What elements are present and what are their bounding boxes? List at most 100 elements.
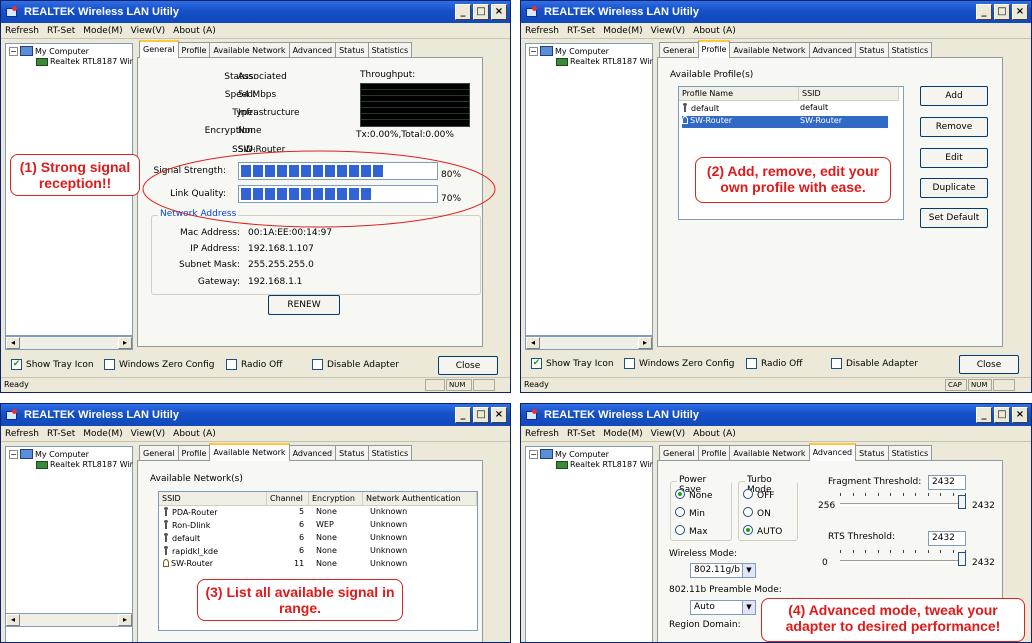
fragment-threshold-slider[interactable]: [840, 493, 966, 509]
tree-my-computer[interactable]: − My Computer: [9, 46, 89, 56]
maximize-button[interactable]: □: [473, 407, 489, 423]
tree-scrollbar[interactable]: ◂ ▸: [525, 336, 653, 350]
tab-status[interactable]: Status: [855, 42, 889, 58]
menu-about[interactable]: About (A): [693, 26, 736, 36]
menu-refresh[interactable]: Refresh: [5, 429, 39, 439]
tab-advanced[interactable]: Advanced: [808, 443, 857, 461]
tab-available-network[interactable]: Available Network: [209, 443, 290, 461]
network-row[interactable]: default 6 None Unknown: [163, 533, 473, 543]
tab-profile[interactable]: Profile: [177, 42, 211, 58]
ps-none-radio[interactable]: None: [675, 489, 712, 501]
collapse-icon[interactable]: −: [9, 449, 18, 459]
dropdown-arrow-icon[interactable]: ▼: [742, 601, 755, 614]
close-window-button[interactable]: ×: [491, 407, 507, 423]
menu-rt-set[interactable]: RT-Set: [567, 429, 595, 439]
set-default-button[interactable]: Set Default: [920, 208, 988, 228]
rts-threshold-slider[interactable]: [840, 550, 966, 566]
tab-statistics[interactable]: Statistics: [887, 445, 933, 461]
turbo-auto-radio[interactable]: AUTO: [743, 525, 782, 537]
tree-my-computer[interactable]: − My Computer: [9, 449, 89, 459]
tree-adapter[interactable]: Realtek RTL8187 Wir: [556, 57, 653, 66]
turbo-off-radio[interactable]: OFF: [743, 489, 774, 501]
tree-adapter[interactable]: Realtek RTL8187 Wir: [36, 57, 133, 66]
menu-rt-set[interactable]: RT-Set: [47, 429, 75, 439]
menu-view[interactable]: View(V): [131, 429, 166, 439]
scroll-left-icon[interactable]: ◂: [6, 337, 20, 349]
show-tray-checkbox[interactable]: ✔ Show Tray Icon: [11, 359, 94, 370]
col-encryption[interactable]: Encryption: [309, 492, 363, 505]
add-button[interactable]: Add: [920, 86, 988, 106]
col-ssid[interactable]: SSID: [799, 87, 899, 100]
ps-max-radio[interactable]: Max: [675, 525, 708, 537]
tab-statistics[interactable]: Statistics: [367, 42, 413, 58]
tab-status[interactable]: Status: [335, 42, 369, 58]
close-window-button[interactable]: ×: [1012, 407, 1028, 423]
tab-statistics[interactable]: Statistics: [367, 445, 413, 461]
rts-threshold-input[interactable]: 2432: [928, 531, 966, 546]
menu-refresh[interactable]: Refresh: [525, 429, 559, 439]
tab-profile[interactable]: Profile: [697, 40, 731, 58]
menu-about[interactable]: About (A): [173, 26, 216, 36]
menu-view[interactable]: View(V): [651, 429, 686, 439]
collapse-icon[interactable]: −: [529, 46, 538, 56]
wzc-checkbox[interactable]: Windows Zero Config: [624, 358, 734, 369]
col-auth[interactable]: Network Authentication: [363, 492, 477, 505]
menu-refresh[interactable]: Refresh: [525, 26, 559, 36]
tree-my-computer[interactable]: − My Computer: [529, 449, 609, 459]
scroll-right-icon[interactable]: ▸: [638, 337, 652, 349]
menu-view[interactable]: View(V): [131, 26, 166, 36]
col-channel[interactable]: Channel: [267, 492, 309, 505]
minimize-button[interactable]: _: [455, 407, 471, 423]
menu-mode[interactable]: Mode(M): [603, 26, 642, 36]
edit-button[interactable]: Edit: [920, 148, 988, 168]
menu-rt-set[interactable]: RT-Set: [47, 26, 75, 36]
duplicate-button[interactable]: Duplicate: [920, 178, 988, 198]
tree-adapter[interactable]: Realtek RTL8187 Wir: [556, 460, 653, 469]
menu-rt-set[interactable]: RT-Set: [567, 26, 595, 36]
tab-general[interactable]: General: [139, 40, 179, 58]
show-tray-checkbox[interactable]: ✔ Show Tray Icon: [531, 358, 614, 369]
tab-available-network[interactable]: Available Network: [729, 42, 810, 58]
menu-about[interactable]: About (A): [693, 429, 736, 439]
tree-scrollbar[interactable]: ◂ ▸: [5, 613, 133, 627]
profile-row[interactable]: default default: [682, 103, 902, 113]
close-window-button[interactable]: ×: [491, 4, 507, 20]
minimize-button[interactable]: _: [455, 4, 471, 20]
disable-adapter-checkbox[interactable]: Disable Adapter: [312, 359, 399, 370]
tree-adapter[interactable]: Realtek RTL8187 Wir: [36, 460, 133, 469]
network-row[interactable]: PDA-Router 5 None Unknown: [163, 507, 473, 517]
scroll-right-icon[interactable]: ▸: [118, 614, 132, 626]
menu-about[interactable]: About (A): [173, 429, 216, 439]
tab-general[interactable]: General: [659, 445, 699, 461]
dropdown-arrow-icon[interactable]: ▼: [742, 564, 755, 577]
tab-statistics[interactable]: Statistics: [887, 42, 933, 58]
remove-button[interactable]: Remove: [920, 117, 988, 137]
menu-refresh[interactable]: Refresh: [5, 26, 39, 36]
slider-thumb[interactable]: [958, 552, 966, 566]
tab-advanced[interactable]: Advanced: [288, 445, 337, 461]
close-button[interactable]: Close: [438, 356, 498, 375]
scroll-left-icon[interactable]: ◂: [6, 614, 20, 626]
close-button[interactable]: Close: [959, 355, 1019, 374]
menu-view[interactable]: View(V): [651, 26, 686, 36]
ps-min-radio[interactable]: Min: [675, 507, 705, 519]
collapse-icon[interactable]: −: [529, 449, 538, 459]
tab-advanced[interactable]: Advanced: [288, 42, 337, 58]
maximize-button[interactable]: □: [994, 407, 1010, 423]
radio-off-checkbox[interactable]: Radio Off: [746, 358, 802, 369]
network-row[interactable]: rapidkl_kde 6 None Unknown: [163, 546, 473, 556]
scroll-right-icon[interactable]: ▸: [118, 337, 132, 349]
network-row[interactable]: Ron-Dlink 6 WEP Unknown: [163, 520, 473, 530]
tab-status[interactable]: Status: [335, 445, 369, 461]
tree-scrollbar[interactable]: ◂ ▸: [5, 336, 133, 350]
tab-profile[interactable]: Profile: [177, 445, 211, 461]
preamble-select[interactable]: Auto ▼: [690, 600, 756, 615]
tab-general[interactable]: General: [139, 445, 179, 461]
col-ssid[interactable]: SSID: [159, 492, 267, 505]
tab-profile[interactable]: Profile: [697, 445, 731, 461]
profile-row-selected[interactable]: SW-Router SW-Router: [682, 116, 888, 128]
minimize-button[interactable]: _: [976, 407, 992, 423]
tree-my-computer[interactable]: − My Computer: [529, 46, 609, 56]
menu-mode[interactable]: Mode(M): [83, 26, 122, 36]
close-window-button[interactable]: ×: [1012, 4, 1028, 20]
